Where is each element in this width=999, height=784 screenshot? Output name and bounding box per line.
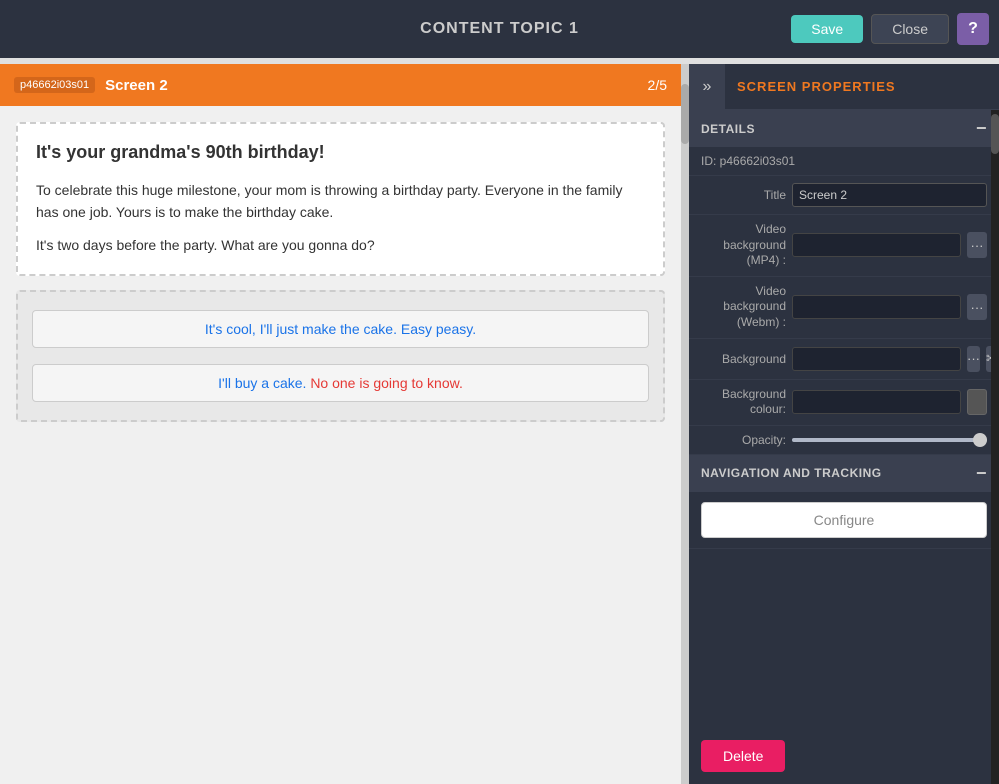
content-area: It's your grandma's 90th birthday! To ce…: [0, 106, 681, 784]
header: CONTENT TOPIC 1 Save Close ?: [0, 0, 999, 58]
panel-title: SCREEN PROPERTIES: [725, 79, 896, 94]
configure-button[interactable]: Configure: [701, 502, 987, 538]
choice-2[interactable]: I'll buy a cake. No one is going to know…: [32, 364, 649, 402]
right-scrollbar-thumb[interactable]: [991, 114, 999, 154]
details-collapse-icon[interactable]: −: [976, 118, 987, 139]
title-row: Title: [689, 176, 999, 215]
delete-button[interactable]: Delete: [701, 740, 785, 772]
video-webm-row: Videobackground(Webm) : ···: [689, 277, 999, 339]
opacity-row: Opacity:: [689, 426, 999, 455]
header-buttons: Save Close ?: [791, 13, 989, 45]
page-title: CONTENT TOPIC 1: [420, 20, 579, 38]
main-area: p46662i03s01 Screen 2 2/5 It's your gran…: [0, 64, 999, 784]
screen-header: p46662i03s01 Screen 2 2/5: [0, 64, 681, 106]
opacity-slider[interactable]: [792, 438, 987, 442]
video-mp4-label: Videobackground(MP4) :: [701, 222, 786, 269]
nav-collapse-icon[interactable]: −: [976, 463, 987, 484]
right-panel: » SCREEN PROPERTIES DETAILS − ID: p46662…: [689, 64, 999, 784]
panel-header: » SCREEN PROPERTIES: [689, 64, 999, 110]
title-input[interactable]: [792, 183, 987, 207]
background-label: Background: [701, 352, 786, 366]
bg-color-swatch[interactable]: [967, 389, 987, 415]
screen-counter: 2/5: [648, 77, 667, 93]
delete-area: Delete: [689, 728, 797, 784]
choices-box: It's cool, I'll just make the cake. Easy…: [16, 290, 665, 422]
bg-color-input[interactable]: [792, 390, 961, 414]
background-row: Background ··· ✂: [689, 339, 999, 380]
left-scrollbar[interactable]: [681, 64, 689, 784]
save-button[interactable]: Save: [791, 15, 863, 43]
video-mp4-input[interactable]: [792, 233, 961, 257]
text-content-box: It's your grandma's 90th birthday! To ce…: [16, 122, 665, 276]
opacity-label: Opacity:: [701, 433, 786, 447]
video-webm-label: Videobackground(Webm) :: [701, 284, 786, 331]
left-scrollbar-thumb[interactable]: [681, 84, 689, 144]
video-webm-input[interactable]: [792, 295, 961, 319]
main-heading: It's your grandma's 90th birthday!: [36, 142, 645, 163]
screen-title-label: Screen 2: [105, 77, 168, 94]
help-button[interactable]: ?: [957, 13, 989, 45]
background-input[interactable]: [792, 347, 961, 371]
configure-section: Configure: [689, 492, 999, 549]
id-row: ID: p46662i03s01: [689, 147, 999, 176]
bg-color-label: Backgroundcolour:: [701, 387, 786, 418]
close-button[interactable]: Close: [871, 14, 949, 44]
video-mp4-row: Videobackground(MP4) : ···: [689, 215, 999, 277]
screen-id-badge: p46662i03s01: [14, 77, 95, 93]
choice-1[interactable]: It's cool, I'll just make the cake. Easy…: [32, 310, 649, 348]
details-section-header: DETAILS −: [689, 110, 999, 147]
bg-color-row: Backgroundcolour:: [689, 380, 999, 426]
title-label: Title: [701, 188, 786, 202]
body-text-2: It's two days before the party. What are…: [36, 234, 645, 256]
video-webm-browse-button[interactable]: ···: [967, 294, 987, 320]
collapse-button[interactable]: »: [689, 64, 725, 110]
right-scrollbar[interactable]: [991, 110, 999, 784]
details-label: DETAILS: [701, 122, 755, 136]
background-browse-button[interactable]: ···: [967, 346, 980, 372]
left-panel: p46662i03s01 Screen 2 2/5 It's your gran…: [0, 64, 681, 784]
body-text-1: To celebrate this huge milestone, your m…: [36, 179, 645, 224]
nav-label: NAVIGATION AND TRACKING: [701, 466, 882, 480]
video-mp4-browse-button[interactable]: ···: [967, 232, 987, 258]
nav-section-header: NAVIGATION AND TRACKING −: [689, 455, 999, 492]
id-label: ID: p46662i03s01: [701, 154, 795, 168]
